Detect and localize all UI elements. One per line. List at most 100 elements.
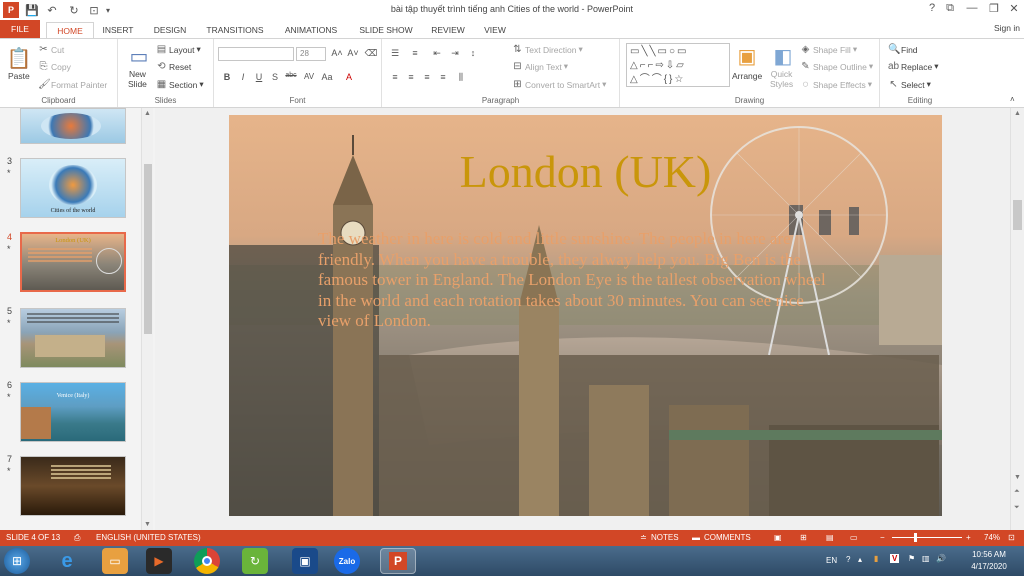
slide-scrollbar[interactable]: ▲ ▼ ⏶ ⏷ — [1010, 108, 1024, 530]
bold-icon[interactable]: B — [220, 72, 234, 82]
previous-slide-icon[interactable]: ⏶ — [1014, 488, 1020, 496]
justify-icon[interactable]: ≡ — [436, 72, 450, 82]
zalo-icon[interactable]: Zalo — [334, 548, 360, 574]
bullets-icon[interactable]: ☰ — [388, 48, 402, 59]
chrome-icon[interactable] — [194, 548, 220, 574]
new-slide-button[interactable]: New Slide — [128, 69, 147, 89]
scroll-up-icon[interactable]: ▲ — [1014, 110, 1021, 117]
tab-animations[interactable]: ANIMATIONS — [280, 22, 342, 38]
close-button[interactable]: ✕ — [1004, 2, 1024, 16]
tab-file[interactable]: FILE — [0, 20, 40, 38]
thumbnail-scrollbar[interactable]: ▲ ▼ — [141, 108, 153, 530]
italic-icon[interactable]: I — [236, 72, 250, 82]
tab-review[interactable]: REVIEW — [428, 22, 468, 38]
slide-body-text[interactable]: The weather in here is cold and little s… — [318, 229, 828, 332]
normal-view-icon[interactable]: ▣ — [774, 533, 782, 542]
slide-thumbnail-7[interactable] — [20, 456, 126, 516]
font-color-icon[interactable]: A — [342, 72, 356, 82]
slide-thumbnail-5[interactable] — [20, 308, 126, 368]
font-name-combo[interactable] — [218, 47, 294, 61]
slide-count[interactable]: SLIDE 4 OF 13 — [6, 533, 60, 542]
slide-thumbnail-4[interactable]: London (UK) — [20, 232, 126, 292]
text-shadow-icon[interactable]: S — [268, 72, 282, 82]
start-button-icon[interactable]: ⊞ — [4, 548, 30, 574]
scrollbar-thumb[interactable] — [1013, 200, 1022, 230]
shape-fill-button[interactable]: ◈ Shape Fill ▾ — [800, 44, 857, 55]
layout-button[interactable]: ▤ Layout ▾ — [156, 44, 201, 55]
scrollbar-thumb[interactable] — [144, 164, 152, 334]
restore-button[interactable]: ❐ — [984, 2, 1004, 16]
help-button[interactable]: ? — [922, 2, 942, 16]
change-case-icon[interactable]: Aa — [320, 72, 334, 82]
font-size-combo[interactable]: 28 — [296, 47, 326, 61]
line-spacing-icon[interactable]: ↕ — [466, 48, 480, 58]
network-icon[interactable]: ▥ — [922, 554, 930, 563]
tab-view[interactable]: VIEW — [480, 22, 510, 38]
comments-button[interactable]: COMMENTS — [704, 533, 751, 542]
scroll-up-icon[interactable]: ▲ — [144, 110, 151, 117]
media-player-icon[interactable]: ▶ — [146, 548, 172, 574]
tab-insert[interactable]: INSERT — [98, 22, 138, 38]
slide-title[interactable]: London (UK) — [229, 145, 942, 198]
reading-view-icon[interactable]: ▤ — [826, 533, 834, 542]
zoom-slider-thumb[interactable] — [914, 533, 917, 542]
slide-thumbnail-2[interactable] — [20, 108, 126, 144]
volume-icon[interactable]: 🔊 — [936, 554, 946, 563]
slide-show-icon[interactable]: ▭ — [850, 533, 858, 542]
shape-outline-button[interactable]: ✎ Shape Outline ▾ — [800, 61, 873, 72]
quick-styles-icon[interactable]: ◧ — [770, 43, 796, 69]
select-button[interactable]: ↖ Select ▾ — [888, 79, 931, 90]
slide-canvas[interactable]: London (UK) The weather in here is cold … — [229, 115, 942, 516]
zoom-slider[interactable] — [892, 537, 962, 538]
coccoc-icon[interactable]: ↻ — [242, 548, 268, 574]
show-hidden-icons[interactable]: ▴ — [858, 555, 862, 564]
tab-design[interactable]: DESIGN — [148, 22, 192, 38]
input-language[interactable]: EN — [826, 556, 837, 565]
clock-time[interactable]: 10:56 AM — [964, 550, 1014, 559]
find-button[interactable]: 🔍 Find — [888, 44, 918, 55]
zoom-in-icon[interactable]: + — [966, 533, 971, 542]
cut-button[interactable]: ✂ Cut — [38, 44, 64, 55]
help-tray-icon[interactable]: ? — [846, 555, 850, 564]
text-direction-button[interactable]: ⇅ Text Direction ▾ — [512, 44, 582, 55]
paste-button[interactable]: Paste — [8, 71, 30, 81]
minimize-button[interactable]: — — [962, 2, 982, 16]
ribbon-display-options-button[interactable]: ⧉ — [940, 2, 960, 16]
columns-icon[interactable]: ⫼ — [454, 72, 468, 83]
quick-styles-button[interactable]: Quick Styles — [770, 69, 793, 89]
shape-effects-button[interactable]: ◌ Shape Effects ▾ — [800, 79, 873, 90]
file-explorer-icon[interactable]: ▭ — [102, 548, 128, 574]
character-spacing-icon[interactable]: AV — [302, 72, 316, 81]
underline-icon[interactable]: U — [252, 72, 266, 82]
grow-font-icon[interactable]: A˄ — [330, 48, 344, 58]
unikey-icon[interactable]: V — [890, 554, 900, 563]
internet-explorer-icon[interactable]: e — [54, 548, 80, 574]
fit-slide-icon[interactable]: ⊡ — [1008, 533, 1015, 542]
tab-transitions[interactable]: TRANSITIONS — [204, 22, 266, 38]
clock-date[interactable]: 4/17/2020 — [964, 562, 1014, 571]
copy-button[interactable]: ⎘ Copy — [38, 61, 71, 72]
slide-sorter-icon[interactable]: ⊞ — [800, 533, 807, 542]
slide-thumbnail-3[interactable]: Cities of the world — [20, 158, 126, 218]
store-icon[interactable]: ▣ — [292, 548, 318, 574]
shapes-gallery[interactable]: ▭╲╲▭○▭ △⌐⌐⇨⇩▱ △⌒⌒{}☆ — [626, 43, 730, 87]
scroll-down-icon[interactable]: ▼ — [1014, 474, 1021, 481]
powerpoint-taskbar-icon[interactable]: P — [380, 548, 416, 574]
clear-formatting-icon[interactable]: ⌫ — [364, 48, 378, 59]
reset-button[interactable]: ⟲ Reset — [156, 61, 191, 72]
flag-icon[interactable]: ⚑ — [908, 554, 915, 563]
align-center-icon[interactable]: ≡ — [404, 72, 418, 82]
decrease-indent-icon[interactable]: ⇤ — [430, 48, 444, 59]
sign-in-link[interactable]: Sign in — [994, 23, 1020, 33]
smartart-button[interactable]: ⊞ Convert to SmartArt ▾ — [512, 79, 606, 90]
spelling-icon[interactable]: ⎙ — [74, 533, 80, 543]
zoom-out-icon[interactable]: − — [880, 533, 885, 542]
replace-button[interactable]: ab Replace ▾ — [888, 61, 938, 72]
collapse-ribbon-icon[interactable]: ˄ — [1010, 95, 1015, 104]
tab-home[interactable]: HOME — [46, 22, 94, 38]
arrange-icon[interactable]: ▣ — [734, 43, 760, 69]
align-text-button[interactable]: ⊟ Align Text ▾ — [512, 61, 568, 72]
tab-slide-show[interactable]: SLIDE SHOW — [356, 22, 416, 38]
align-left-icon[interactable]: ≡ — [388, 72, 402, 82]
language-indicator[interactable]: ENGLISH (UNITED STATES) — [96, 533, 201, 542]
